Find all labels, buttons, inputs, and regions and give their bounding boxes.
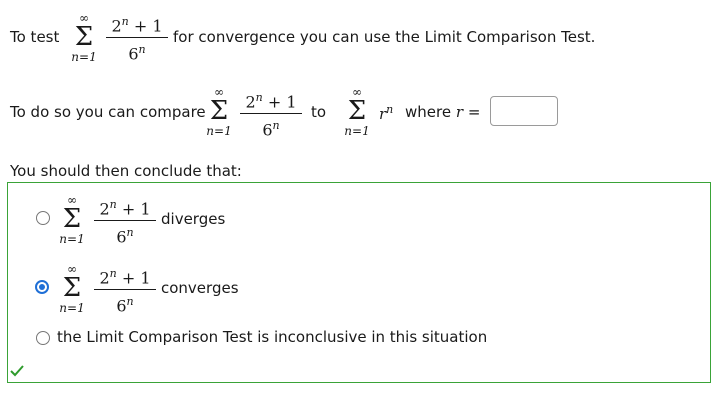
checkmark-icon [10, 364, 24, 380]
series-sum-1: ∞ Σ n=1 [64, 12, 104, 64]
radio-diverges[interactable] [36, 211, 50, 225]
radio-converges[interactable] [35, 280, 49, 294]
series-fraction-1: 2n + 1 6n [106, 12, 168, 65]
series-fraction-2: 2n + 1 6n [240, 88, 302, 141]
sigma-icon: Σ [209, 96, 229, 126]
option-sum-1: ∞ Σ n=1 [52, 194, 92, 246]
sigma-icon: Σ [74, 22, 94, 52]
option-fraction-2: 2n + 1 6n [94, 264, 156, 317]
intro-prefix: To test [10, 28, 60, 46]
option-fraction-1: 2n + 1 6n [94, 195, 156, 248]
sum-lower: n=1 [71, 50, 97, 64]
conclude-label: You should then conclude that: [10, 162, 242, 180]
sigma-icon: Σ [62, 204, 82, 234]
compare-prefix: To do so you can compare [10, 103, 206, 121]
option-label-converges[interactable]: converges [161, 279, 239, 297]
series-sum-2: ∞ Σ n=1 [199, 86, 239, 138]
compare-to: to [311, 103, 327, 121]
intro-suffix: for convergence you can use the Limit Co… [173, 28, 596, 46]
series-sum-r: ∞ Σ n=1 [337, 86, 377, 138]
option-label-diverges[interactable]: diverges [161, 210, 225, 228]
r-value-input[interactable] [490, 96, 558, 126]
option-sum-2: ∞ Σ n=1 [52, 263, 92, 315]
radio-inconclusive[interactable] [36, 331, 50, 345]
r-power: rn [379, 103, 394, 123]
option-label-inconclusive[interactable]: the Limit Comparison Test is inconclusiv… [57, 328, 487, 346]
sigma-icon: Σ [62, 273, 82, 303]
sigma-icon: Σ [347, 96, 367, 126]
where-label: where r = [405, 103, 481, 121]
